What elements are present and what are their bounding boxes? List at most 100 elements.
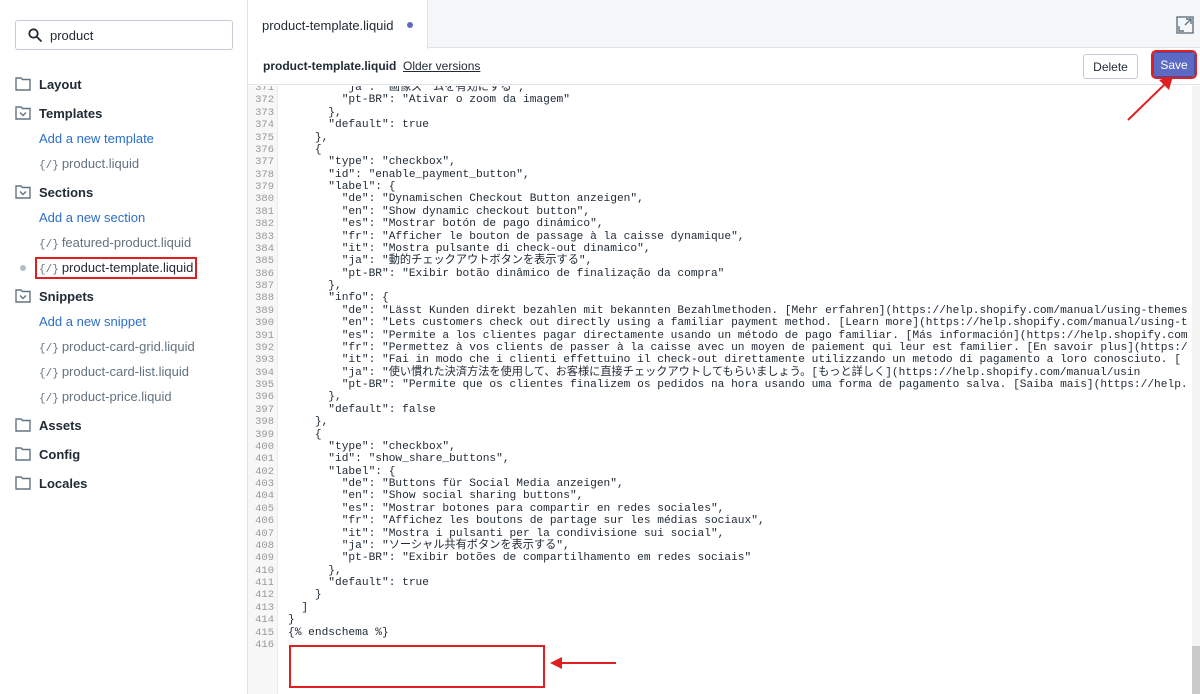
file-item-product-template[interactable]: {/} product-template.liquid — [0, 255, 247, 280]
code-line[interactable]: "fr": "Affichez les boutons de partage s… — [288, 515, 1188, 527]
code-line[interactable]: "ja": "動的チェックアウトボタンを表示する", — [288, 255, 1188, 267]
code-line[interactable]: "en": "Show dynamic checkout button", — [288, 206, 1188, 218]
code-line[interactable]: "label": { — [288, 181, 1188, 193]
line-number: 382 — [255, 218, 274, 231]
folder-icon — [15, 77, 31, 91]
file-item-card-list[interactable]: {/} product-card-list.liquid — [0, 359, 247, 384]
line-number: 394 — [255, 366, 274, 379]
folder-icon — [15, 447, 31, 461]
code-editor[interactable]: 371 372 373 374 375 376 377 378 379 380 381 382 383 3… — [248, 86, 1200, 694]
tab-bar: product-template.liquid — [248, 0, 1200, 49]
code-line[interactable]: "ja": "画像ズームを有効にする", — [288, 86, 1188, 94]
code-line[interactable]: "id": "show_share_buttons", — [288, 453, 1188, 465]
line-number: 400 — [255, 440, 274, 453]
code-lines[interactable]: "ja": "画像ズームを有効にする", "pt-BR": "Ativar o … — [288, 86, 1188, 651]
folder-label: Layout — [39, 77, 82, 92]
folder-layout[interactable]: Layout — [0, 72, 247, 97]
code-line[interactable]: "type": "checkbox", — [288, 441, 1188, 453]
code-line[interactable]: "es": "Permite a los clientes pagar dire… — [288, 330, 1188, 342]
folder-sections[interactable]: Sections — [0, 180, 247, 205]
code-line[interactable]: } — [288, 589, 1188, 601]
search-input[interactable] — [50, 25, 226, 45]
code-line[interactable]: "es": "Mostrar botones para compartir en… — [288, 503, 1188, 515]
line-number: 384 — [255, 242, 274, 255]
line-number: 376 — [255, 143, 274, 156]
code-line[interactable]: { — [288, 429, 1188, 441]
line-number: 412 — [255, 589, 274, 602]
line-number: 414 — [255, 614, 274, 627]
code-line[interactable]: } — [288, 614, 1188, 626]
code-line[interactable]: "default": true — [288, 119, 1188, 131]
line-number: 415 — [255, 626, 274, 639]
code-line[interactable]: "fr": "Afficher le bouton de passage à l… — [288, 231, 1188, 243]
code-line[interactable]: }, — [288, 416, 1188, 428]
add-section-label: Add a new section — [39, 210, 146, 225]
vertical-scrollbar[interactable] — [1192, 86, 1200, 694]
code-line[interactable]: "it": "Mostra i pulsanti per la condivis… — [288, 528, 1188, 540]
code-line[interactable]: }, — [288, 280, 1188, 292]
code-line[interactable]: ] — [288, 602, 1188, 614]
code-line[interactable]: "default": true — [288, 577, 1188, 589]
file-item-label: product-template.liquid — [61, 260, 194, 275]
code-line[interactable]: "ja": "使い慣れた決済方法を使用して、お客様に直接チェックアウトしてもらい… — [288, 367, 1188, 379]
folder-templates[interactable]: Templates — [0, 101, 247, 126]
folder-label: Sections — [39, 185, 94, 200]
folder-config[interactable]: Config — [0, 442, 247, 467]
code-line[interactable]: "default": false — [288, 404, 1188, 416]
code-line[interactable]: "pt-BR": "Permite que os clientes finali… — [288, 379, 1188, 391]
line-number: 416 — [255, 638, 274, 651]
folder-assets[interactable]: Assets — [0, 413, 247, 438]
file-item-label: product.liquid — [61, 156, 140, 171]
tab-product-template[interactable]: product-template.liquid — [248, 0, 428, 49]
search-box[interactable] — [15, 20, 233, 50]
line-number: 386 — [255, 267, 274, 280]
code-line[interactable]: "it": "Fai in modo che i clienti effettu… — [288, 354, 1188, 366]
code-line[interactable]: "pt-BR": "Ativar o zoom da imagem" — [288, 94, 1188, 106]
code-line[interactable]: }, — [288, 391, 1188, 403]
code-line[interactable]: "id": "enable_payment_button", — [288, 169, 1188, 181]
line-number: 392 — [255, 341, 274, 354]
code-line[interactable]: "type": "checkbox", — [288, 156, 1188, 168]
expand-icon[interactable] — [1176, 16, 1194, 34]
code-line[interactable]: }, — [288, 132, 1188, 144]
file-item-card-grid[interactable]: {/} product-card-grid.liquid — [0, 334, 247, 359]
file-item-label: product-card-list.liquid — [61, 364, 189, 379]
code-line[interactable]: "info": { — [288, 292, 1188, 304]
folder-locales[interactable]: Locales — [0, 471, 247, 496]
code-line[interactable]: { — [288, 144, 1188, 156]
code-line[interactable]: {% endschema %} — [288, 627, 1188, 639]
code-line[interactable]: "ja": "ソーシャル共有ボタンを表示する", — [288, 540, 1188, 552]
file-item-product-liquid[interactable]: {/} product.liquid — [0, 151, 247, 176]
code-line[interactable]: "de": "Buttons für Social Media anzeigen… — [288, 478, 1188, 490]
scrollbar-thumb[interactable] — [1192, 646, 1200, 694]
add-snippet-link[interactable]: Add a new snippet — [0, 309, 247, 334]
line-number: 385 — [255, 255, 274, 268]
code-line[interactable]: "pt-BR": "Exibir botão dinâmico de final… — [288, 268, 1188, 280]
code-line[interactable]: "de": "Lässt Kunden direkt bezahlen mit … — [288, 305, 1188, 317]
code-line[interactable]: "en": "Lets customers check out directly… — [288, 317, 1188, 329]
code-line[interactable]: "pt-BR": "Exibir botões de compartilhame… — [288, 552, 1188, 564]
line-number: 411 — [255, 577, 274, 589]
folder-label: Templates — [39, 106, 103, 121]
code-line[interactable]: "it": "Mostra pulsante di check-out dina… — [288, 243, 1188, 255]
older-versions-link[interactable]: Older versions — [403, 59, 480, 73]
code-line[interactable]: "fr": "Permettez à vos clients de passer… — [288, 342, 1188, 354]
line-number: 377 — [255, 156, 274, 169]
code-line[interactable]: }, — [288, 107, 1188, 119]
file-item-product-price[interactable]: {/} product-price.liquid — [0, 384, 247, 409]
folder-snippets[interactable]: Snippets — [0, 284, 247, 309]
line-number: 409 — [255, 552, 274, 565]
file-item-featured-product[interactable]: {/} featured-product.liquid — [0, 230, 247, 255]
folder-label: Assets — [39, 418, 82, 433]
code-line[interactable]: "label": { — [288, 466, 1188, 478]
line-numbers: 371 372 373 374 375 376 377 378 379 380 381 382 383 3… — [255, 86, 274, 651]
code-line[interactable]: "de": "Dynamischen Checkout Button anzei… — [288, 193, 1188, 205]
line-number: 408 — [255, 539, 274, 552]
add-section-link[interactable]: Add a new section — [0, 205, 247, 230]
code-line[interactable]: "es": "Mostrar botón de pago dinámico", — [288, 218, 1188, 230]
editor-main: product-template.liquid product-template… — [248, 0, 1200, 694]
line-number: 401 — [255, 453, 274, 466]
code-line[interactable]: }, — [288, 565, 1188, 577]
code-line[interactable]: "en": "Show social sharing buttons", — [288, 490, 1188, 502]
add-template-link[interactable]: Add a new template — [0, 126, 247, 151]
